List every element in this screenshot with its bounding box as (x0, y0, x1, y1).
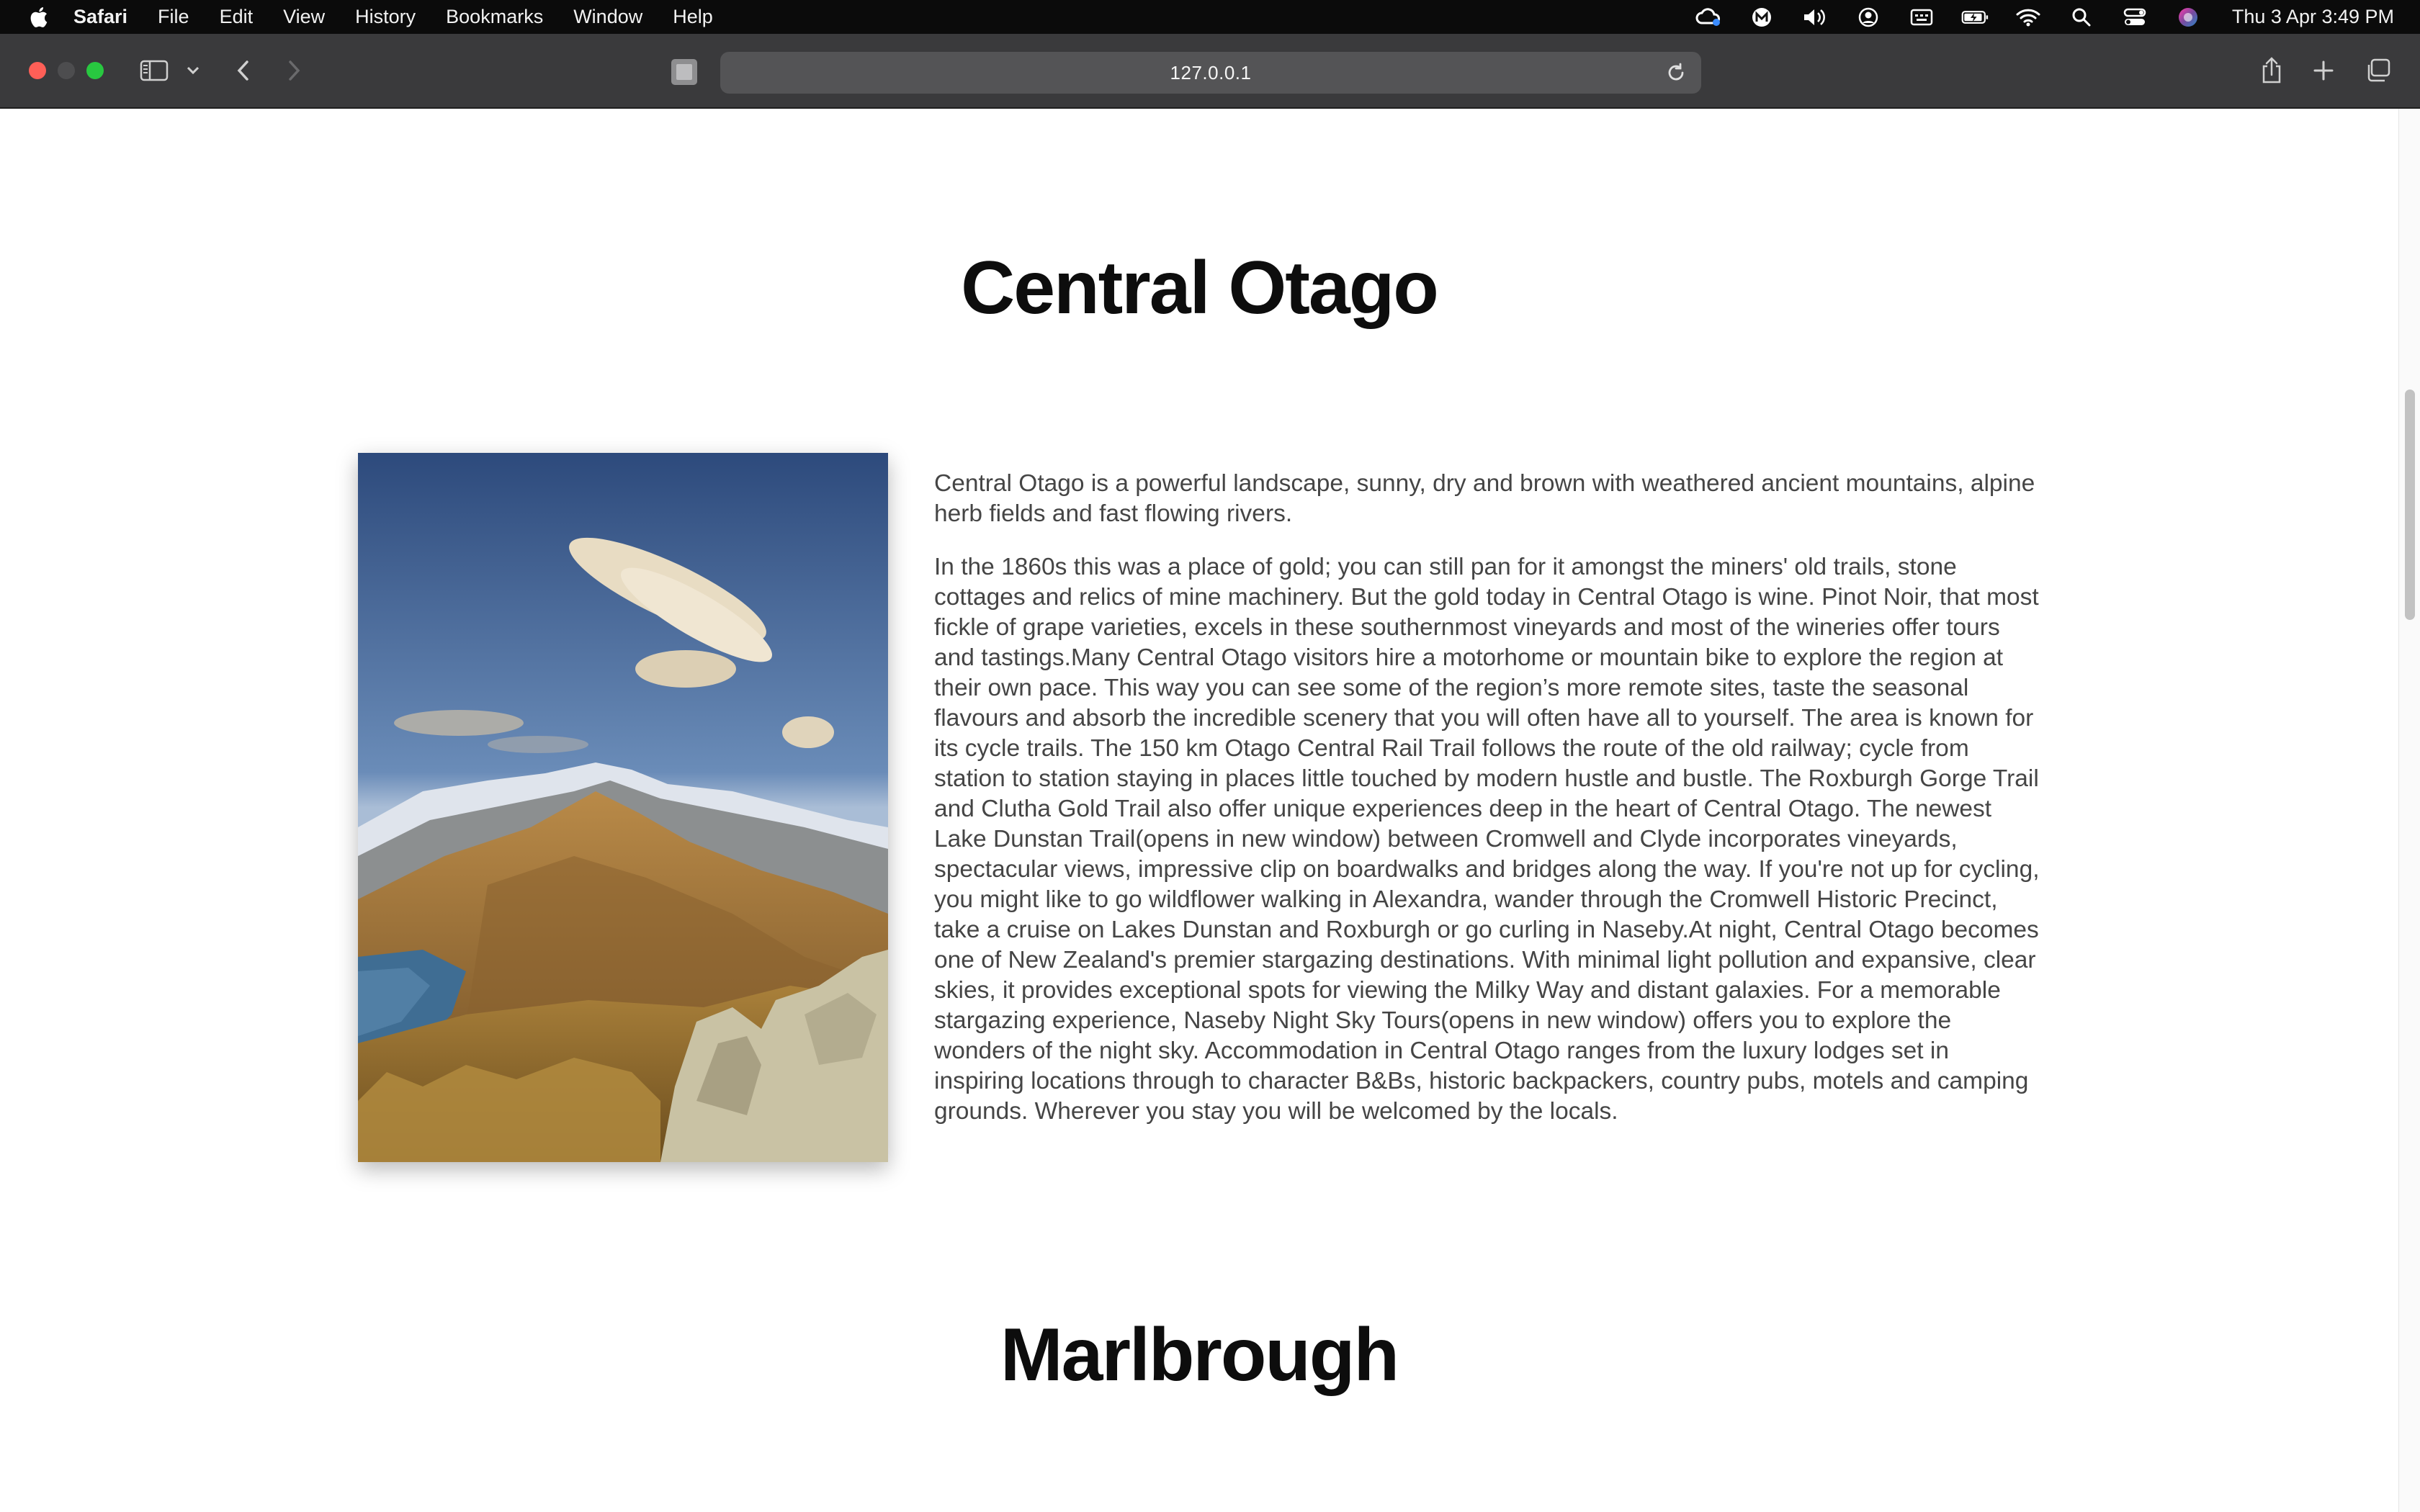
menu-view[interactable]: View (283, 6, 325, 28)
window-minimize-button[interactable] (58, 62, 75, 79)
keyboard-icon[interactable] (1908, 6, 1935, 28)
menu-clock[interactable]: Thu 3 Apr 3:49 PM (2232, 6, 2394, 28)
chevron-down-icon[interactable] (184, 62, 202, 79)
central-otago-photo (358, 453, 888, 1162)
menu-help[interactable]: Help (673, 6, 713, 28)
apple-menu-icon[interactable] (27, 5, 49, 30)
user-icon[interactable] (1855, 6, 1882, 28)
reload-icon[interactable] (1664, 60, 1688, 85)
control-center-icon[interactable] (2121, 6, 2148, 28)
page-tab-icon[interactable] (670, 58, 699, 86)
search-icon[interactable] (2068, 6, 2095, 28)
tab-overview-icon[interactable] (2364, 58, 2393, 84)
address-bar[interactable]: 127.0.0.1 (720, 52, 1701, 94)
section-title-marlbrough: Marlbrough (1000, 1313, 1399, 1397)
menu-edit[interactable]: Edit (220, 6, 254, 28)
creative-cloud-icon[interactable] (1695, 6, 1722, 28)
menu-app-name[interactable]: Safari (73, 6, 127, 28)
wifi-icon[interactable] (2015, 6, 2042, 28)
intro-paragraph: Central Otago is a powerful landscape, s… (934, 470, 2035, 527)
section-description: Central Otago is a powerful landscape, s… (934, 469, 2043, 1150)
siri-icon[interactable] (2174, 6, 2202, 28)
battery-icon[interactable] (1961, 6, 1989, 28)
volume-icon[interactable] (1801, 6, 1829, 28)
window-maximize-button[interactable] (86, 62, 104, 79)
address-text[interactable]: 127.0.0.1 (1170, 62, 1252, 84)
detail-paragraph: In the 1860s this was a place of gold; y… (934, 554, 2040, 1125)
page-scrollbar[interactable] (2398, 109, 2420, 1512)
back-button[interactable] (230, 58, 256, 84)
window-close-button[interactable] (29, 62, 46, 79)
menu-history[interactable]: History (355, 6, 416, 28)
menu-window[interactable]: Window (573, 6, 642, 28)
menu-bar: Safari File Edit View History Bookmarks … (0, 0, 2420, 34)
section-title-central-otago: Central Otago (961, 246, 1439, 330)
status-area: Thu 3 Apr 3:49 PM (1695, 0, 2394, 34)
malwarebytes-icon[interactable] (1748, 6, 1775, 28)
share-icon[interactable] (2259, 55, 2285, 86)
web-page: Central Otago Central Otago is a powerfu… (0, 109, 2398, 1512)
sidebar-toggle-icon[interactable] (138, 58, 170, 84)
new-tab-icon[interactable] (2311, 58, 2336, 84)
menu-file[interactable]: File (158, 6, 189, 28)
scrollbar-thumb[interactable] (2405, 390, 2415, 620)
menu-bookmarks[interactable]: Bookmarks (446, 6, 543, 28)
forward-button[interactable] (281, 58, 307, 84)
